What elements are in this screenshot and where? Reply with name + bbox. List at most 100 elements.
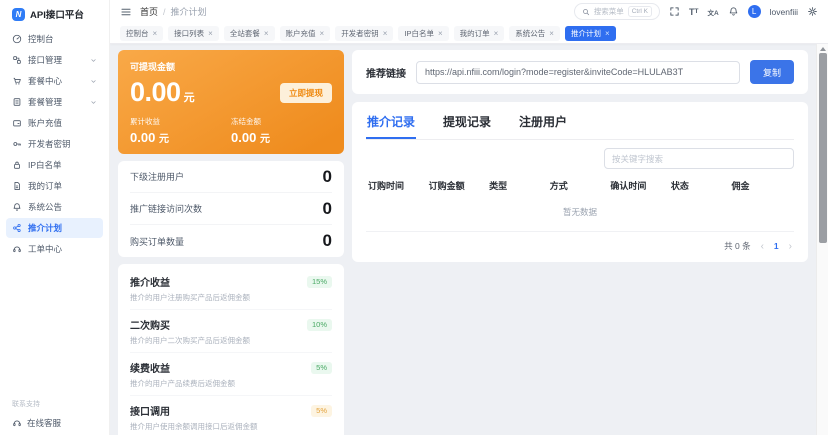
copy-button[interactable]: 复制 — [750, 60, 794, 84]
records-card: 推介记录 提现记录 注册用户 订购时间 订购金额 类型 方式 确认时间 状态 佣… — [352, 102, 808, 262]
breadcrumb: 首页 / 推介计划 — [140, 5, 207, 18]
rate-badge: 5% — [311, 405, 332, 417]
headset-icon — [12, 244, 22, 254]
close-icon[interactable]: × — [383, 30, 388, 37]
column-status: 状态 — [671, 179, 732, 192]
topbar-tools: 搜索菜单 Ctrl K TT 文A L lovenfiii — [574, 3, 818, 20]
pagination: 共 0 条 ‹ 1 › — [366, 232, 794, 256]
column-confirm-time: 确认时间 — [610, 179, 671, 192]
column-method: 方式 — [550, 179, 611, 192]
app-logo[interactable]: N API接口平台 — [0, 0, 109, 26]
commission-second-purchase: 二次购买10% 推介的用户二次购买产品后返佣金额 — [130, 310, 332, 353]
sidebar-item-developer-key[interactable]: 开发者密钥 — [6, 134, 103, 154]
settings-button[interactable] — [807, 6, 818, 17]
scrollbar-thumb[interactable] — [819, 53, 827, 243]
breadcrumb-home[interactable]: 首页 — [140, 5, 158, 18]
sidebar-item-package-management[interactable]: 套餐管理 — [6, 92, 103, 112]
column-order-time: 订购时间 — [368, 179, 429, 192]
sidebar-item-ip-whitelist[interactable]: IP白名单 — [6, 155, 103, 175]
close-icon[interactable]: × — [494, 30, 499, 37]
withdrawable-amount: 0.00元 — [130, 77, 194, 108]
wallet-card: 可提现金额 0.00元 立即提现 累计收益 0.00 元 冻结金额 0.00 元 — [118, 50, 344, 154]
commission-api-call: 接口调用5% 推介用户使用余额调用接口后返佣金额 — [130, 396, 332, 435]
search-icon — [582, 8, 590, 16]
tab-withdraw-records[interactable]: 提现记录 — [442, 111, 492, 139]
close-icon[interactable]: × — [264, 30, 269, 37]
menu-collapse-icon[interactable] — [120, 6, 132, 18]
sidebar-item-my-orders[interactable]: 我的订单 — [6, 176, 103, 196]
bell-icon — [728, 6, 739, 17]
total-count: 共 0 条 — [724, 240, 750, 252]
menu-search-button[interactable]: 搜索菜单 Ctrl K — [574, 3, 660, 20]
close-icon[interactable]: × — [153, 30, 158, 37]
withdraw-button[interactable]: 立即提现 — [280, 83, 332, 103]
counters-card: 下级注册用户 0 推广链接访问次数 0 购买订单数量 0 — [118, 161, 344, 257]
sidebar-item-referral-plan[interactable]: 推介计划 — [6, 218, 103, 238]
sidebar-item-package-center[interactable]: 套餐中心 — [6, 71, 103, 91]
column-commission: 佣金 — [731, 179, 792, 192]
empty-state: 暂无数据 — [366, 198, 794, 232]
headset-icon — [12, 418, 22, 428]
font-size-button[interactable]: TT — [689, 7, 698, 17]
tab-bar: 控制台× 接口列表× 全站套餐× 账户充值× 开发者密钥× IP白名单× 我的订… — [110, 23, 828, 44]
commission-referral-income: 推介收益15% 推介的用户注册购买产品后返佣金额 — [130, 267, 332, 310]
next-page-button[interactable]: › — [789, 241, 792, 252]
close-icon[interactable]: × — [208, 30, 213, 37]
sidebar-item-api-management[interactable]: 接口管理 — [6, 50, 103, 70]
keyword-search-input[interactable] — [604, 148, 794, 169]
notifications-button[interactable] — [728, 6, 739, 17]
gear-icon — [807, 6, 818, 17]
counter-registered-users: 下级注册用户 0 — [130, 161, 332, 193]
frozen-amount: 冻结金额 0.00 元 — [231, 116, 332, 145]
dashboard-icon — [12, 34, 22, 44]
key-icon — [12, 139, 22, 149]
vertical-scrollbar[interactable] — [816, 44, 828, 435]
sidebar-item-dashboard[interactable]: 控制台 — [6, 29, 103, 49]
close-icon[interactable]: × — [605, 30, 610, 37]
right-column: 推荐链接 复制 推介记录 提现记录 注册用户 订购时间 订购金额 类型 方式 确… — [352, 50, 808, 435]
online-support-link[interactable]: 在线客服 — [12, 417, 61, 429]
page-number[interactable]: 1 — [774, 241, 779, 251]
language-button[interactable]: 文A — [707, 7, 718, 17]
tab-dashboard[interactable]: 控制台× — [120, 26, 163, 41]
wallet-title: 可提现金额 — [130, 60, 332, 73]
username[interactable]: lovenfiii — [770, 7, 798, 17]
tab-referral-plan[interactable]: 推介计划× — [565, 26, 616, 41]
sidebar-item-announcements[interactable]: 系统公告 — [6, 197, 103, 217]
support-section: 联系支持 在线客服 — [12, 399, 61, 429]
referral-link-input[interactable] — [416, 61, 740, 84]
column-order-amount: 订购金额 — [429, 179, 490, 192]
breadcrumb-current: 推介计划 — [171, 5, 207, 18]
prev-page-button[interactable]: ‹ — [761, 241, 764, 252]
avatar[interactable]: L — [748, 5, 761, 18]
fullscreen-button[interactable] — [669, 6, 680, 17]
tab-site-packages[interactable]: 全站套餐× — [224, 26, 275, 41]
chevron-down-icon — [90, 99, 97, 106]
rate-badge: 15% — [307, 276, 332, 288]
tab-my-orders[interactable]: 我的订单× — [454, 26, 505, 41]
column-type: 类型 — [489, 179, 550, 192]
tab-developer-key[interactable]: 开发者密钥× — [335, 26, 393, 41]
bell-icon — [12, 202, 22, 212]
tab-api-list[interactable]: 接口列表× — [168, 26, 219, 41]
tab-registered-users[interactable]: 注册用户 — [518, 111, 568, 139]
counter-link-visits: 推广链接访问次数 0 — [130, 193, 332, 225]
tab-recharge[interactable]: 账户充值× — [280, 26, 331, 41]
scroll-up-arrow[interactable] — [820, 47, 826, 51]
lock-icon — [12, 160, 22, 170]
sidebar-item-ticket-center[interactable]: 工单中心 — [6, 239, 103, 259]
close-icon[interactable]: × — [320, 30, 325, 37]
close-icon[interactable]: × — [438, 30, 443, 37]
breadcrumb-separator: / — [163, 7, 166, 17]
tab-referral-records[interactable]: 推介记录 — [366, 111, 416, 139]
sidebar-item-recharge[interactable]: 账户充值 — [6, 113, 103, 133]
chevron-down-icon — [90, 57, 97, 64]
cumulative-income: 累计收益 0.00 元 — [130, 116, 231, 145]
referral-link-card: 推荐链接 复制 — [352, 50, 808, 94]
tab-announcements[interactable]: 系统公告× — [509, 26, 560, 41]
table-header: 订购时间 订购金额 类型 方式 确认时间 状态 佣金 — [366, 173, 794, 198]
tab-ip-whitelist[interactable]: IP白名单× — [398, 26, 448, 41]
share-icon — [12, 223, 22, 233]
close-icon[interactable]: × — [549, 30, 554, 37]
rate-badge: 5% — [311, 362, 332, 374]
